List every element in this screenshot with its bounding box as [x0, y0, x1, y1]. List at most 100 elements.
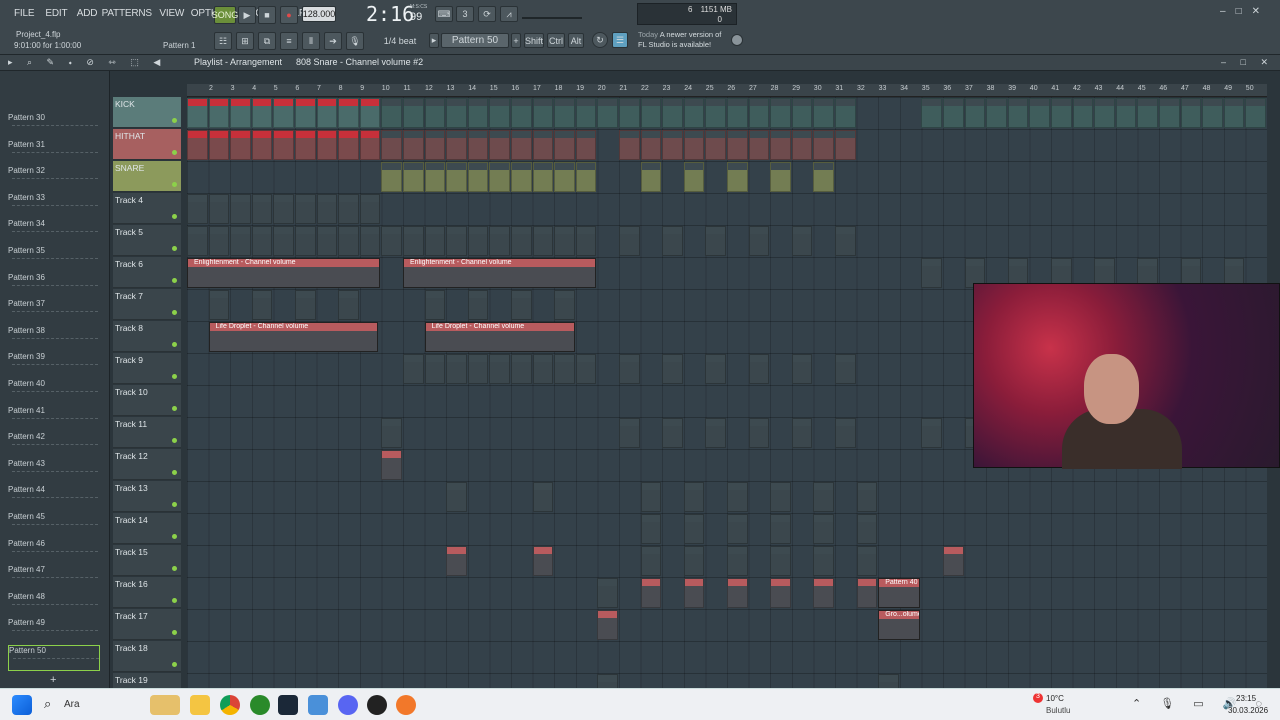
- track9-clip[interactable]: [511, 354, 532, 384]
- kick-clip[interactable]: [273, 98, 294, 128]
- pattern-item[interactable]: Pattern 37: [8, 299, 100, 325]
- track5-clip[interactable]: [748, 226, 770, 256]
- automation-clip[interactable]: Pattern 40: [878, 578, 921, 608]
- kick-clip[interactable]: [1007, 98, 1029, 128]
- automation-clip[interactable]: Enlightenment - Channel volume: [403, 258, 597, 288]
- track15-clip[interactable]: [770, 546, 791, 576]
- kick-clip[interactable]: [1072, 98, 1094, 128]
- track5-clip[interactable]: [791, 226, 813, 256]
- track13-clip[interactable]: [532, 482, 554, 512]
- track5-clip[interactable]: [424, 226, 446, 256]
- track4-clip[interactable]: [273, 194, 294, 224]
- hithat-clip[interactable]: [683, 130, 705, 160]
- kick-clip[interactable]: [208, 98, 230, 128]
- hithat-clip[interactable]: [424, 130, 446, 160]
- weather-temp[interactable]: 10°C: [1046, 694, 1064, 703]
- kick-clip[interactable]: [791, 98, 813, 128]
- track-header[interactable]: Track 6: [113, 257, 181, 288]
- kick-clip[interactable]: [338, 98, 359, 128]
- track16-clip[interactable]: [640, 578, 662, 608]
- track9-clip[interactable]: [403, 354, 424, 384]
- snare-clip[interactable]: [640, 162, 662, 192]
- snare-clip[interactable]: [813, 162, 834, 192]
- pattern-item[interactable]: Pattern 40: [8, 379, 100, 405]
- track13-clip[interactable]: [446, 482, 467, 512]
- track13-clip[interactable]: [727, 482, 748, 512]
- track5-clip[interactable]: [316, 226, 338, 256]
- track9-clip[interactable]: [446, 354, 467, 384]
- track14-clip[interactable]: [640, 514, 662, 544]
- news-icon[interactable]: ☰: [612, 32, 628, 48]
- pattern-item[interactable]: Pattern 39: [8, 352, 100, 378]
- automation-clip[interactable]: Life Droplet - Channel volume: [208, 322, 379, 352]
- kick-clip[interactable]: [1094, 98, 1115, 128]
- metronome-button[interactable]: ⩘: [500, 6, 518, 22]
- steam-icon[interactable]: [278, 695, 298, 715]
- track11-clip[interactable]: [662, 418, 683, 448]
- pattern-item[interactable]: Pattern 36: [8, 273, 100, 299]
- track11-clip[interactable]: [835, 418, 856, 448]
- track-header[interactable]: Track 8: [113, 321, 181, 352]
- track4-clip[interactable]: [230, 194, 251, 224]
- track-mute-led[interactable]: [172, 342, 177, 347]
- pattern-item[interactable]: Pattern 32: [8, 166, 100, 192]
- hithat-clip[interactable]: [338, 130, 359, 160]
- kick-clip[interactable]: [748, 98, 770, 128]
- track5-clip[interactable]: [295, 226, 316, 256]
- hithat-clip[interactable]: [446, 130, 467, 160]
- pattern-item[interactable]: Pattern 33: [8, 193, 100, 219]
- hithat-clip[interactable]: [770, 130, 791, 160]
- track5-clip[interactable]: [208, 226, 230, 256]
- kick-clip[interactable]: [1029, 98, 1050, 128]
- hithat-clip[interactable]: [575, 130, 597, 160]
- snare-clip[interactable]: [683, 162, 705, 192]
- track17-clip[interactable]: [597, 610, 618, 640]
- kick-clip[interactable]: [921, 98, 942, 128]
- track13-clip[interactable]: [856, 482, 878, 512]
- track16-clip[interactable]: [770, 578, 791, 608]
- hithat-clip[interactable]: [359, 130, 381, 160]
- fl-logo-icon[interactable]: [731, 34, 743, 46]
- menu-edit[interactable]: EDIT: [45, 8, 67, 19]
- pattern-item[interactable]: Pattern 30: [8, 113, 100, 139]
- pattern-prev-button[interactable]: ▸: [429, 33, 439, 48]
- hithat-clip[interactable]: [835, 130, 856, 160]
- hithat-clip[interactable]: [511, 130, 532, 160]
- pattern-item[interactable]: Pattern 47: [8, 565, 100, 591]
- kick-clip[interactable]: [575, 98, 597, 128]
- xbox-icon[interactable]: [250, 695, 270, 715]
- pattern-item[interactable]: Pattern 46: [8, 539, 100, 565]
- snare-clip[interactable]: [467, 162, 489, 192]
- track9-clip[interactable]: [424, 354, 446, 384]
- hithat-clip[interactable]: [813, 130, 834, 160]
- kick-clip[interactable]: [727, 98, 748, 128]
- kick-clip[interactable]: [424, 98, 446, 128]
- track15-clip[interactable]: [856, 546, 878, 576]
- kick-clip[interactable]: [467, 98, 489, 128]
- hithat-clip[interactable]: [532, 130, 554, 160]
- track13-clip[interactable]: [770, 482, 791, 512]
- track12-clip[interactable]: [381, 450, 402, 480]
- track4-clip[interactable]: [208, 194, 230, 224]
- record-button[interactable]: ●: [280, 6, 298, 24]
- track9-clip[interactable]: [489, 354, 510, 384]
- snare-clip[interactable]: [381, 162, 402, 192]
- track7-clip[interactable]: [424, 290, 446, 320]
- snare-clip[interactable]: [770, 162, 791, 192]
- track4-clip[interactable]: [187, 194, 208, 224]
- add-pattern-icon[interactable]: +: [50, 674, 56, 686]
- hithat-clip[interactable]: [791, 130, 813, 160]
- track-header[interactable]: Track 12: [113, 449, 181, 480]
- settings-icon[interactable]: [308, 695, 328, 715]
- track13-clip[interactable]: [683, 482, 705, 512]
- track5-clip[interactable]: [532, 226, 554, 256]
- track5-clip[interactable]: [554, 226, 575, 256]
- kick-clip[interactable]: [359, 98, 381, 128]
- track-mute-led[interactable]: [172, 374, 177, 379]
- kick-clip[interactable]: [1051, 98, 1072, 128]
- playlist-tools[interactable]: ▸ ⌕ ✎ ⬩ ⊘ ⇿ ⬚ ◀: [8, 57, 166, 68]
- track16-clip[interactable]: [727, 578, 748, 608]
- pattern-item[interactable]: Pattern 50: [8, 645, 100, 671]
- track7-clip[interactable]: [295, 290, 316, 320]
- pattern-item[interactable]: Pattern 42: [8, 432, 100, 458]
